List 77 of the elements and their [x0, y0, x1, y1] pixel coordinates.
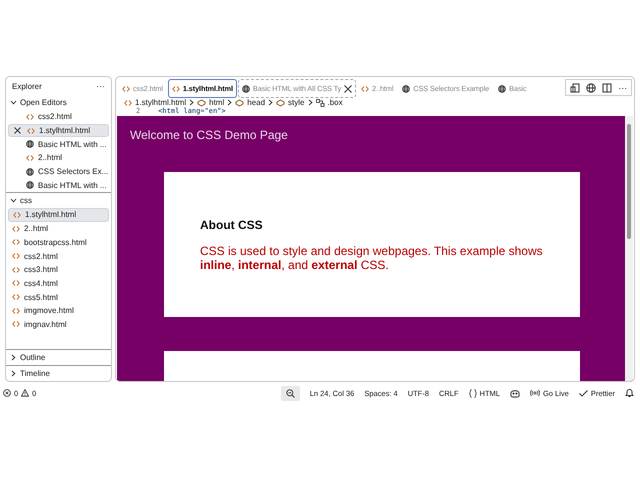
code-brackets-icon [361, 84, 370, 92]
card-heading: About CSS [200, 218, 264, 232]
open-editor-item[interactable]: css2.html [8, 110, 109, 124]
page-heading: Welcome to CSS Demo Page [130, 128, 289, 142]
code-brackets-icon [12, 224, 20, 233]
open-editor-item[interactable]: 2..html [8, 151, 109, 165]
bell-icon[interactable] [625, 388, 634, 398]
chevron-icon [10, 99, 17, 106]
breadcrumb-item[interactable]: style [288, 98, 304, 107]
element-icon [197, 98, 206, 106]
code-brackets-icon [122, 84, 130, 92]
code-brackets-icon [12, 320, 20, 328]
code-brackets-icon [26, 112, 34, 121]
file-item[interactable]: css5.html [8, 290, 109, 304]
broadcast-icon [530, 389, 540, 397]
check-icon [578, 390, 588, 396]
file-item[interactable]: css2.html [8, 249, 109, 263]
globe-icon [26, 181, 34, 190]
code-brackets-icon [26, 154, 34, 162]
open-editor-item[interactable]: Basic HTML with ... [8, 178, 109, 192]
element-icon [276, 98, 286, 106]
file-item[interactable]: bootstrapcss.html [8, 236, 109, 250]
globe-icon [26, 168, 34, 176]
code-brackets-icon [12, 279, 20, 288]
chevron-icon [189, 99, 194, 106]
close-icon[interactable] [344, 84, 352, 92]
warning-icon [21, 389, 30, 397]
explorer-title: Explorer [12, 82, 42, 90]
code-brackets-icon [13, 210, 21, 219]
code-brackets-icon [12, 293, 20, 302]
split-preview-icon[interactable] [570, 82, 580, 92]
chevron-icon [308, 99, 312, 106]
breadcrumb-item[interactable]: html [209, 98, 224, 107]
breadcrumb-item[interactable]: .box [328, 98, 343, 107]
open-editor-item[interactable]: Basic HTML with ... [8, 137, 109, 152]
chevron-icon [227, 99, 232, 106]
open-editors-header[interactable]: Open Editors [6, 95, 111, 110]
section-header[interactable]: Outline [6, 349, 111, 365]
code-brackets-icon [124, 98, 132, 106]
globe-icon[interactable] [586, 82, 596, 92]
file-item[interactable]: css3.html [8, 262, 109, 277]
card-text: CSS is used to style and design webpages. This example shows inline, internal, and external CSS. [200, 244, 544, 272]
breadcrumb-item[interactable]: head [247, 98, 266, 107]
chevron-icon [10, 197, 17, 204]
element-icon [235, 98, 244, 106]
braces-icon [468, 388, 477, 398]
chevron-icon [10, 354, 17, 361]
code-brackets-icon [12, 238, 20, 246]
globe-icon [242, 84, 250, 92]
open-editor-item[interactable]: 1.stylhtml.html [8, 124, 109, 138]
file-item[interactable]: imgmove.html [8, 304, 109, 318]
breadcrumb-item[interactable]: 1.stylhtml.html [135, 98, 186, 107]
scrollbar[interactable] [625, 116, 633, 381]
chevron-icon [268, 99, 274, 106]
globe-icon [498, 84, 506, 92]
globe-icon [402, 84, 410, 92]
more-actions-button[interactable]: ··· [96, 81, 105, 91]
split-editor-icon[interactable] [602, 82, 612, 92]
code-brackets-icon [27, 126, 35, 135]
chevron-icon [10, 370, 17, 377]
open-editor-item[interactable]: CSS Selectors Ex... [8, 164, 109, 178]
selector-icon [316, 98, 324, 106]
file-item[interactable]: imgnav.html [8, 318, 109, 332]
section-header[interactable]: Timeline [6, 365, 111, 381]
globe-icon [26, 140, 34, 148]
more-actions-button[interactable]: ··· [618, 82, 627, 92]
code-brackets-icon [172, 84, 180, 92]
code-brackets-icon [12, 252, 20, 260]
file-item[interactable]: 2..html [8, 222, 109, 236]
zoom-button[interactable] [280, 386, 300, 400]
close-icon[interactable] [14, 127, 21, 134]
file-item[interactable]: css4.html [8, 276, 109, 290]
file-item[interactable]: 1.stylhtml.html [8, 208, 109, 222]
code-brackets-icon [12, 306, 20, 315]
zoom-icon [286, 388, 295, 398]
code-brackets-icon [12, 266, 20, 274]
error-icon [3, 389, 11, 397]
